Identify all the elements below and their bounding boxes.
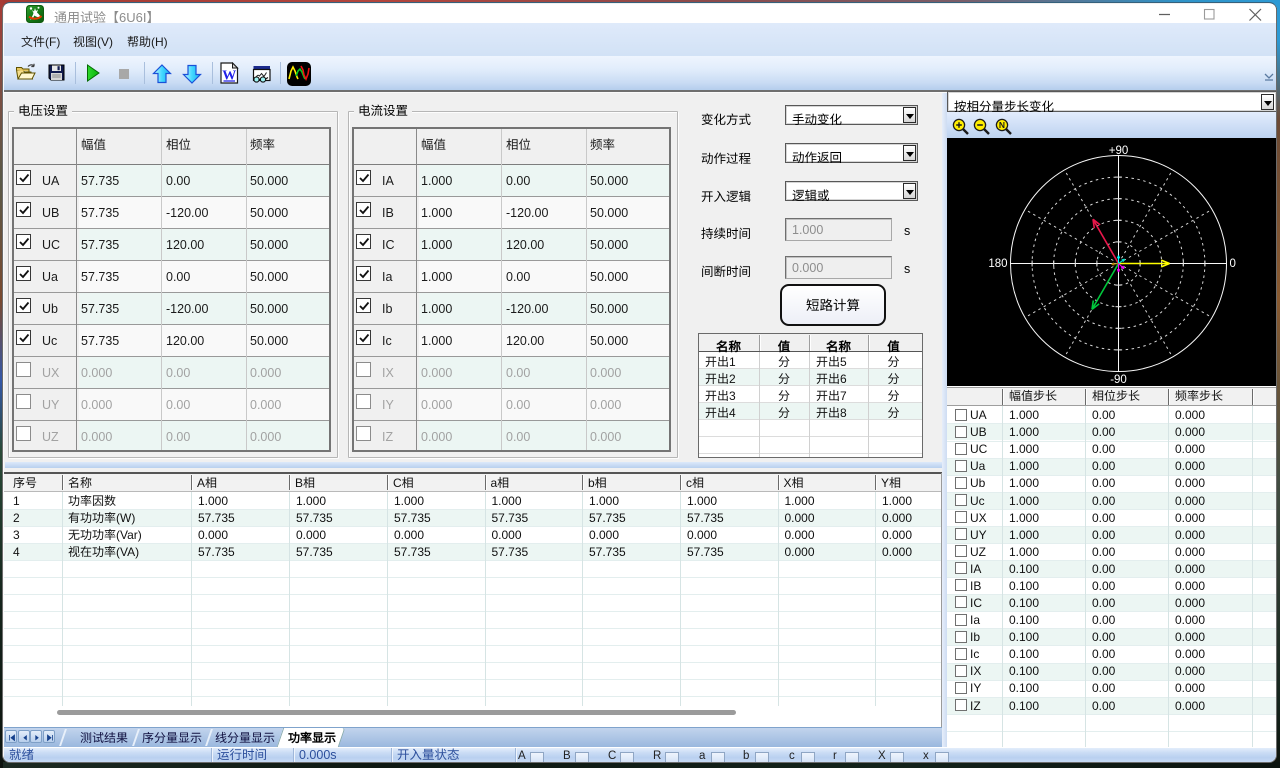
- svg-text:0: 0: [1230, 258, 1236, 270]
- svg-text:180: 180: [988, 258, 1007, 270]
- svg-text:N: N: [999, 120, 1005, 130]
- svg-text:-90: -90: [1110, 374, 1127, 386]
- svg-text:+90: +90: [1109, 145, 1129, 157]
